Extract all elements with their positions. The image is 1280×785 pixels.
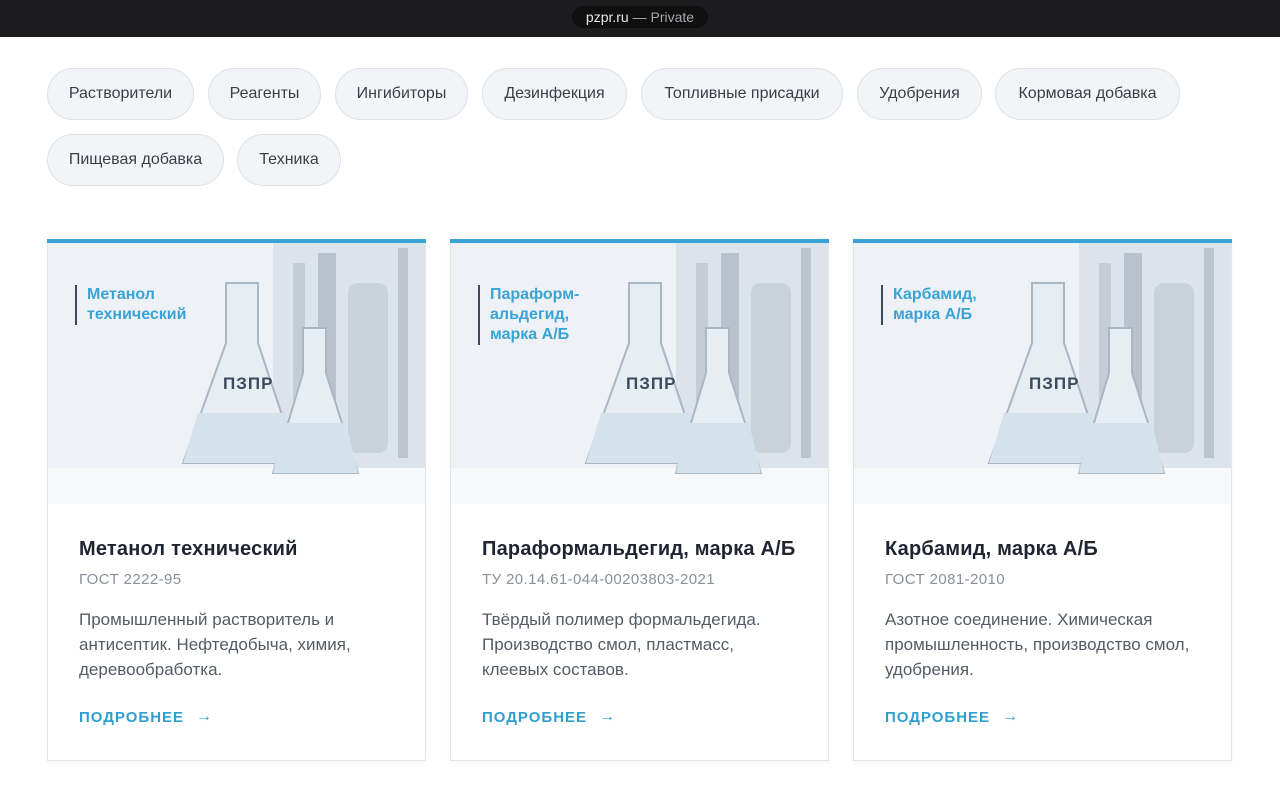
image-label-line: технический <box>87 306 187 323</box>
arrow-right-icon: → <box>599 708 617 725</box>
arrow-right-icon: → <box>196 708 214 725</box>
product-card[interactable]: Метанол технический ПЗПР Метанол техниче… <box>47 239 426 761</box>
image-label: Параформ- альдегид, марка А/Б <box>478 285 628 345</box>
more-link-label: ПОДРОБНЕЕ <box>885 708 991 726</box>
product-image: Метанол технический ПЗПР <box>48 243 425 504</box>
product-image: Параформ- альдегид, марка А/Б ПЗПР <box>451 243 828 504</box>
browser-top-bar: pzpr.ru — Private <box>0 0 1280 37</box>
product-standard: ГОСТ 2222-95 <box>79 571 182 588</box>
url-pill[interactable]: pzpr.ru — Private <box>572 6 708 28</box>
category-chip-reagents[interactable]: Реагенты <box>208 68 321 120</box>
more-link-label: ПОДРОБНЕЕ <box>79 708 185 726</box>
more-link[interactable]: ПОДРОБНЕЕ → <box>79 708 213 726</box>
product-card[interactable]: Параформ- альдегид, марка А/Б ПЗПР Параф… <box>450 239 829 761</box>
brand-logo: ПЗПР <box>626 374 677 393</box>
product-standard: ГОСТ 2081-2010 <box>885 571 1005 588</box>
product-description: Азотное соединение. Химическая промышлен… <box>885 610 1190 679</box>
product-title: Карбамид, марка А/Б <box>885 538 1098 560</box>
image-label-line: марка А/Б <box>893 306 973 323</box>
product-standard: ТУ 20.14.61-044-00203803-2021 <box>482 571 715 588</box>
product-image: Карбамид, марка А/Б ПЗПР <box>854 243 1231 504</box>
arrow-right-icon: → <box>1002 708 1020 725</box>
product-title: Параформальдегид, марка А/Б <box>482 538 796 560</box>
image-label: Метанол технический <box>75 285 225 325</box>
more-link[interactable]: ПОДРОБНЕЕ → <box>482 708 616 726</box>
brand-logo: ПЗПР <box>1029 374 1080 393</box>
image-label-line: марка А/Б <box>490 326 570 343</box>
category-chip-inhibitors[interactable]: Ингибиторы <box>335 68 468 120</box>
product-description: Твёрдый полимер формальдегида. Производс… <box>482 610 761 679</box>
category-chip-feed-additive[interactable]: Кормовая добавка <box>995 68 1180 120</box>
product-card[interactable]: Карбамид, марка А/Б ПЗПР Карбамид, марка… <box>853 239 1232 761</box>
image-label-line: альдегид, <box>490 306 570 323</box>
image-label-line: Метанол <box>87 286 155 303</box>
more-link[interactable]: ПОДРОБНЕЕ → <box>885 708 1019 726</box>
category-chip-food-additive[interactable]: Пищевая добавка <box>47 134 224 186</box>
category-chip-solvents[interactable]: Растворители <box>47 68 194 120</box>
brand-logo: ПЗПР <box>223 374 274 393</box>
url-domain: pzpr.ru <box>585 9 629 25</box>
product-description: Промышленный растворитель и антисептик. … <box>79 610 351 679</box>
image-label-line: Параформ- <box>490 286 580 303</box>
category-chip-equipment[interactable]: Техника <box>237 134 341 186</box>
image-label-line: Карбамид, <box>893 286 977 303</box>
category-chip-fertilizers[interactable]: Удобрения <box>857 68 982 120</box>
private-mode-label: — Private <box>632 9 695 25</box>
image-label: Карбамид, марка А/Б <box>881 285 1031 325</box>
more-link-label: ПОДРОБНЕЕ <box>482 708 588 726</box>
product-title: Метанол технический <box>79 538 298 560</box>
category-chip-disinfection[interactable]: Дезинфекция <box>482 68 627 120</box>
category-chip-fuel-additives[interactable]: Топливные присадки <box>641 68 843 120</box>
